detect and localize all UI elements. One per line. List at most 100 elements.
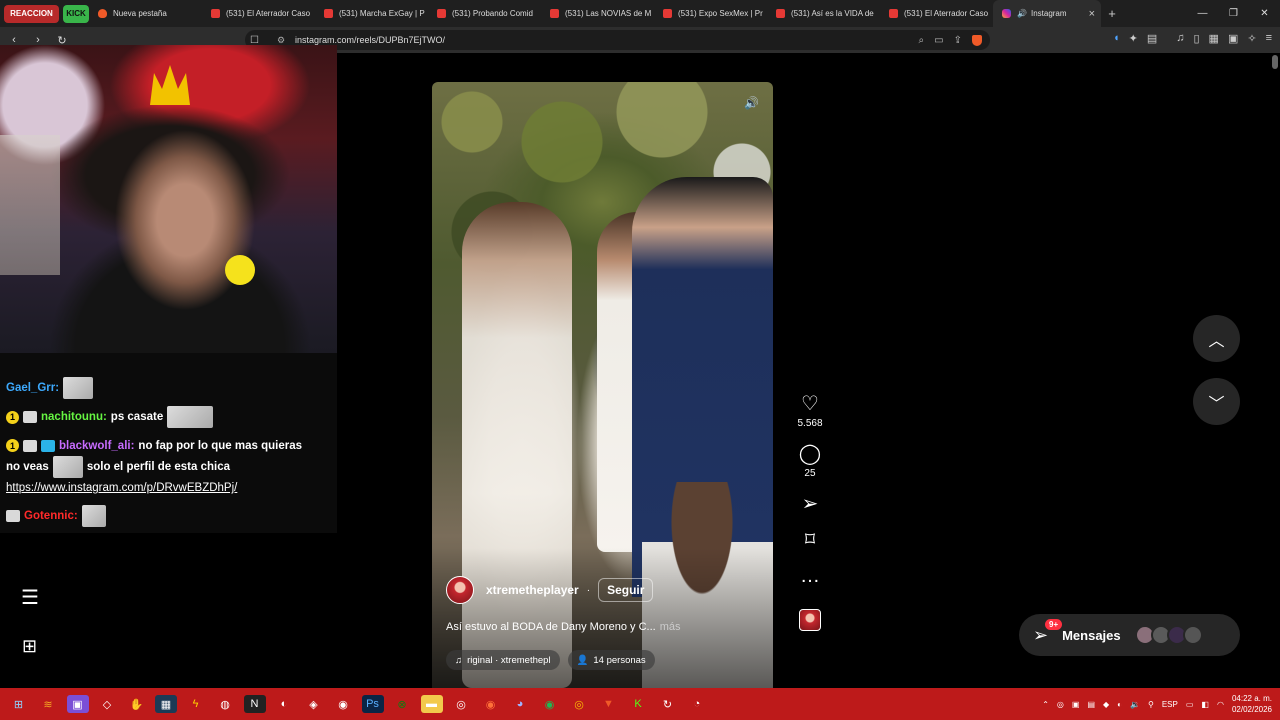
notification-icon[interactable]: ▭ [1186, 700, 1194, 709]
split-view-icon[interactable]: ▦ [1209, 32, 1219, 45]
send-icon[interactable]: ➢ [802, 493, 819, 515]
like-action[interactable]: ♡ 5.568 [797, 393, 822, 429]
close-window-icon[interactable]: ✕ [1249, 8, 1280, 19]
scrollbar[interactable] [1272, 55, 1278, 69]
chat-text: no fap por lo que mas quieras [138, 439, 303, 452]
more-icon[interactable]: … [800, 565, 820, 587]
audio-wave-icon[interactable]: ◖ [1113, 32, 1120, 45]
tab-youtube[interactable]: (531) El Aterrador Caso [880, 0, 993, 27]
wifi-icon[interactable]: ◠ [1217, 700, 1224, 709]
audio-chip[interactable]: ♫ riginal · xtremethepl [446, 650, 560, 670]
tab-new[interactable]: Nueva pestaña [89, 0, 202, 27]
tab-group-kick[interactable]: KICK [63, 4, 89, 23]
heart-icon[interactable]: ♡ [801, 393, 819, 415]
menu-icon[interactable]: ≡ [1266, 32, 1272, 45]
comment-icon[interactable]: ◯ [799, 443, 821, 465]
tab-instagram[interactable]: 🔊 Instagram × [993, 0, 1101, 27]
comment-action[interactable]: ◯ 25 [799, 443, 821, 479]
previous-reel-button[interactable]: ︿ [1193, 315, 1240, 362]
spotify-icon[interactable]: ◉ [539, 695, 561, 713]
volume-icon[interactable]: 🔉 [1130, 700, 1140, 709]
save-action[interactable]: ⌑ [805, 529, 815, 551]
tray-app-icon[interactable]: ▤ [1087, 700, 1095, 709]
app-icon[interactable]: ▦ [155, 695, 177, 713]
start-icon[interactable]: ⊞ [8, 695, 30, 713]
mic-icon[interactable]: ⚲ [1148, 700, 1154, 709]
xbox-icon[interactable]: ⊗ [391, 695, 413, 713]
wallet-icon[interactable]: ▣ [1228, 32, 1238, 45]
new-tab-button[interactable]: + [1101, 6, 1123, 21]
tab-youtube[interactable]: (531) Expo SexMex | Pr [654, 0, 767, 27]
tab-youtube[interactable]: (531) Así es la VIDA de [767, 0, 880, 27]
more-options[interactable]: … [800, 565, 820, 587]
lightning-icon[interactable]: ϟ [185, 695, 207, 713]
app-icon[interactable]: ◈ [303, 695, 325, 713]
app-icon[interactable]: ↻ [657, 695, 679, 713]
app-icon[interactable]: ◐ [273, 695, 295, 713]
photoshop-icon[interactable]: Ps [361, 695, 384, 713]
minimize-icon[interactable]: — [1187, 8, 1218, 19]
messages-button[interactable]: ➢ 9+ Mensajes [1019, 614, 1240, 656]
tray-app-icon[interactable]: ◎ [1057, 700, 1064, 709]
tray-app-icon[interactable]: ▣ [1072, 700, 1080, 709]
language-indicator[interactable]: ESP [1162, 700, 1178, 709]
reel-video[interactable]: 🔊 xtremetheplayer · Seguir Así estuvo al… [432, 82, 773, 688]
app-icon[interactable]: ✋ [126, 695, 148, 713]
music-icon[interactable]: ♫ [1176, 32, 1184, 45]
github-icon[interactable]: ◎ [450, 695, 472, 713]
next-reel-button[interactable]: ﹀ [1193, 378, 1240, 425]
tab-search-icon[interactable]: ▤ [1147, 32, 1157, 45]
people-chip[interactable]: 👤 14 personas [567, 650, 655, 670]
tab-youtube[interactable]: (531) El Aterrador Caso [202, 0, 315, 27]
brave-shield-icon[interactable] [972, 34, 982, 46]
apps-grid-icon[interactable]: ⊞ [22, 636, 37, 657]
tray-app-icon[interactable]: ◆ [1103, 700, 1109, 709]
chat-emote [63, 377, 94, 399]
zoom-icon[interactable]: ⌕ [919, 35, 925, 46]
share-icon[interactable]: ⇪ [954, 35, 962, 46]
brave-icon[interactable]: ▼ [598, 695, 620, 713]
bookmark-save-icon[interactable]: ⌑ [805, 529, 815, 551]
globe-icon[interactable]: ◍ [214, 695, 236, 713]
extensions-icon[interactable]: ✦ [1129, 32, 1138, 45]
site-settings-icon[interactable]: ⚙ [277, 35, 285, 46]
close-tab-icon[interactable]: × [1089, 8, 1095, 20]
username[interactable]: xtremetheplayer [486, 583, 579, 597]
network-icon[interactable]: ◐ [1117, 700, 1122, 709]
tab-youtube[interactable]: (531) Las NOVIAS de M [541, 0, 654, 27]
sidebar-icon[interactable]: ▯ [1193, 32, 1199, 45]
chrome-icon[interactable]: ◎ [568, 695, 590, 713]
chat-link[interactable]: https://www.instagram.com/p/DRvwEBZDhPj/ [6, 482, 237, 494]
leo-icon[interactable]: ✧ [1247, 32, 1256, 45]
audio-avatar[interactable] [799, 609, 821, 631]
chat-emote [81, 505, 106, 527]
app-icon[interactable]: N [243, 695, 266, 713]
tab-group-reaccion[interactable]: REACCION [4, 4, 59, 23]
chevron-up-icon[interactable]: ⌃ [1042, 700, 1049, 709]
tray-app-icon[interactable]: ◧ [1201, 700, 1209, 709]
kick-icon[interactable]: K [627, 695, 649, 713]
discord-icon[interactable]: ◕ [509, 695, 531, 713]
firefox-icon[interactable]: ◉ [480, 695, 502, 713]
app-icon[interactable]: ▣ [66, 695, 89, 713]
tab-youtube[interactable]: (531) Marcha ExGay | P [315, 0, 428, 27]
clock[interactable]: 04:22 a. m. 02/02/2026 [1232, 693, 1272, 715]
obs-icon[interactable]: ◉ [332, 695, 354, 713]
avatar[interactable] [446, 576, 474, 604]
folder-icon[interactable]: ▬ [420, 695, 443, 713]
hamburger-menu-icon[interactable]: ☰ [21, 585, 39, 610]
follow-button[interactable]: Seguir [598, 578, 654, 602]
address-bar[interactable]: ☐ ⚙ instagram.com/reels/DUPBn7EjTWO/ ⌕ ▭… [245, 30, 990, 50]
youtube-icon [776, 9, 785, 18]
restore-icon[interactable]: ❐ [1218, 8, 1249, 19]
app-icon[interactable]: ◇ [96, 695, 118, 713]
layers-icon[interactable]: ≋ [37, 695, 59, 713]
cast-icon[interactable]: ▭ [934, 35, 943, 46]
bookmark-icon[interactable]: ☐ [250, 35, 259, 46]
volume-icon[interactable]: 🔊 [744, 96, 759, 110]
tab-label: (531) Expo SexMex | Pr [678, 9, 763, 18]
share-action[interactable]: ➢ [802, 493, 819, 515]
tab-youtube[interactable]: (531) Probando Comid [428, 0, 541, 27]
steam-icon[interactable]: ◔ [686, 695, 708, 713]
more-link[interactable]: más [660, 621, 681, 633]
